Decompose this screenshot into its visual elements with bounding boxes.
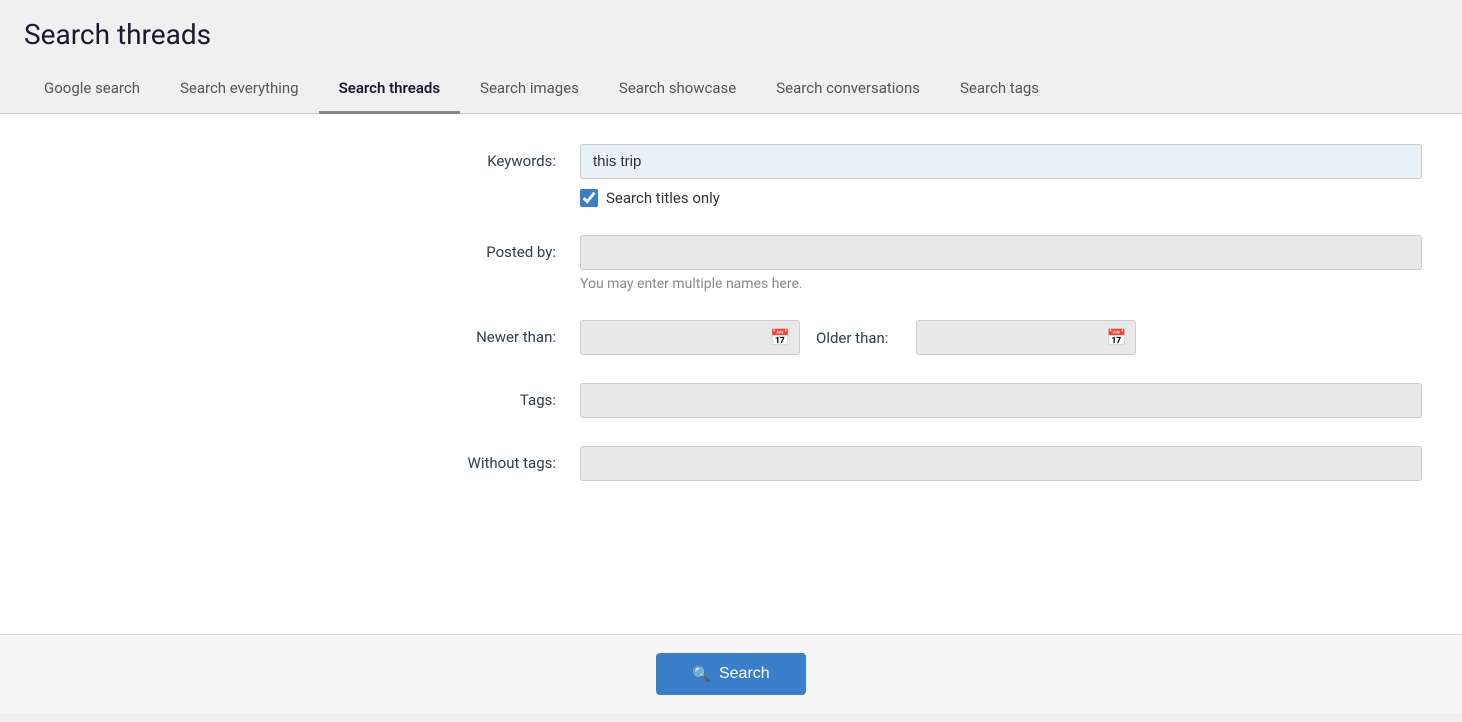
tab-search-conversations[interactable]: Search conversations [756,65,940,114]
main-content: Keywords: Search titles only Posted by: … [0,114,1462,634]
date-row: Newer than: 📅 Older than: 📅 [40,320,1422,355]
date-controls: 📅 Older than: 📅 [580,320,1422,355]
search-button[interactable]: 🔍 Search [656,653,805,695]
without-tags-control [580,446,1422,481]
tab-search-showcase[interactable]: Search showcase [599,65,756,114]
posted-by-input[interactable] [580,235,1422,270]
posted-by-control: You may enter multiple names here. [580,235,1422,292]
form-area: Keywords: Search titles only Posted by: … [0,114,1462,539]
tags-control [580,383,1422,418]
posted-by-helper: You may enter multiple names here. [580,276,1422,292]
posted-by-row: Posted by: You may enter multiple names … [40,235,1422,292]
posted-by-label: Posted by: [40,235,580,261]
tab-search-images[interactable]: Search images [460,65,599,114]
page-title: Search threads [24,18,1438,51]
keywords-input[interactable] [580,144,1422,179]
search-titles-only-label[interactable]: Search titles only [606,189,720,207]
without-tags-row: Without tags: [40,446,1422,481]
older-than-wrap: 📅 [916,320,1136,355]
tab-search-tags[interactable]: Search tags [940,65,1059,114]
search-titles-only-checkbox[interactable] [580,189,598,207]
tags-row: Tags: [40,383,1422,418]
without-tags-input[interactable] [580,446,1422,481]
footer-bar: 🔍 Search [0,634,1462,713]
tags-label: Tags: [40,383,580,409]
older-than-label: Older than: [816,329,900,347]
newer-than-wrap: 📅 [580,320,800,355]
tab-search-threads[interactable]: Search threads [319,65,460,114]
tabs-bar: Google search Search everything Search t… [0,65,1462,114]
search-icon: 🔍 [692,665,711,683]
tab-search-everything[interactable]: Search everything [160,65,319,114]
without-tags-label: Without tags: [40,446,580,472]
older-than-input[interactable] [916,320,1136,355]
keywords-row: Keywords: Search titles only [40,144,1422,207]
newer-than-label: Newer than: [40,320,580,346]
search-titles-only-row: Search titles only [580,189,1422,207]
keywords-label: Keywords: [40,144,580,170]
newer-than-input[interactable] [580,320,800,355]
date-inputs-row: 📅 Older than: 📅 [580,320,1422,355]
search-button-label: Search [719,665,770,683]
keywords-control: Search titles only [580,144,1422,207]
tab-google-search[interactable]: Google search [24,65,160,114]
page-header: Search threads [0,0,1462,65]
tags-input[interactable] [580,383,1422,418]
